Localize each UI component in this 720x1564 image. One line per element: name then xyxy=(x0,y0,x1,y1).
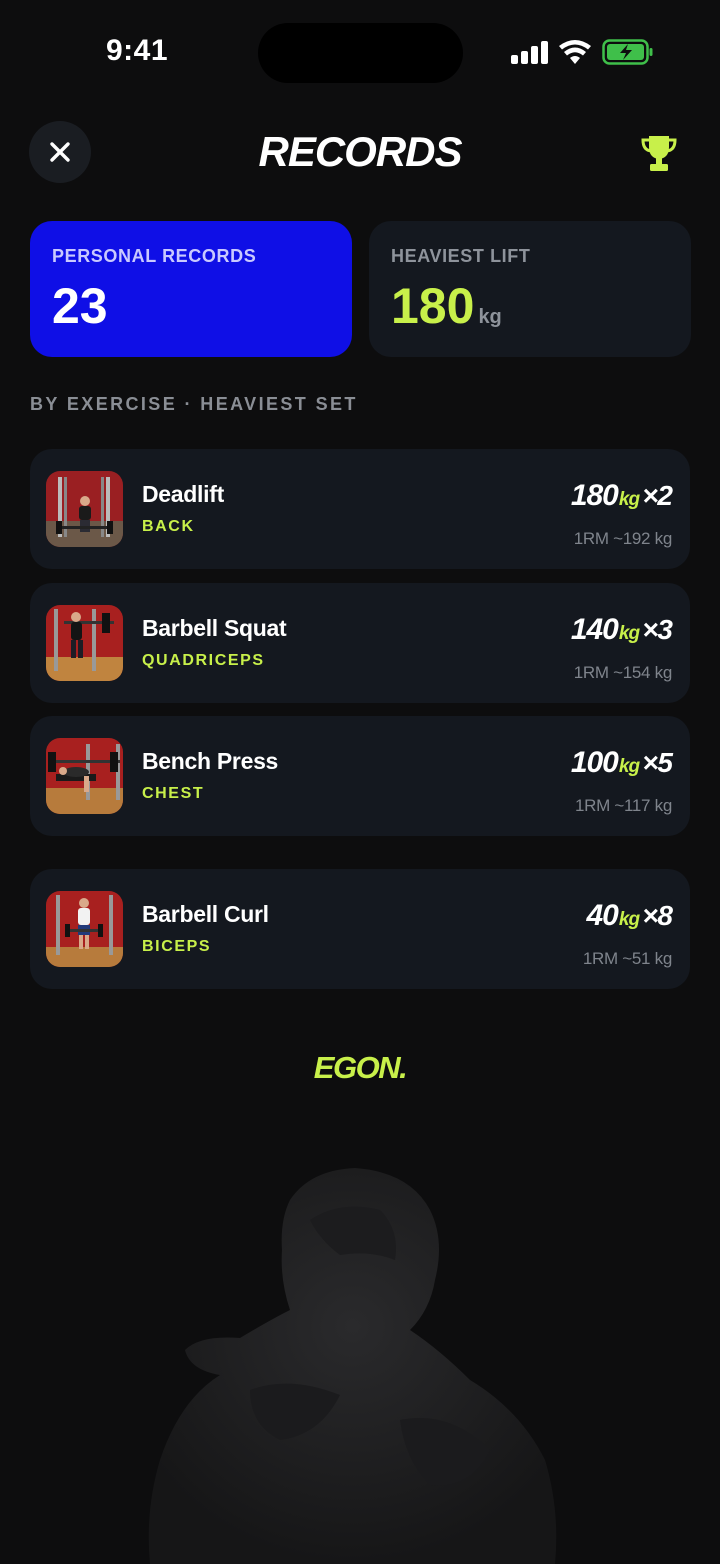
set-weight: 140 xyxy=(570,613,619,646)
exercise-heaviest-set: 180kg ×2 xyxy=(570,479,673,513)
set-unit: kg xyxy=(618,623,640,644)
brand-logo: EGON. xyxy=(313,1050,408,1085)
set-weight: 40 xyxy=(586,899,619,932)
exercise-heaviest-set: 100kg ×5 xyxy=(570,746,673,780)
set-unit: kg xyxy=(618,756,640,777)
set-weight: 180 xyxy=(570,479,619,512)
exercise-one-rm: 1RM ~154 kg xyxy=(573,663,673,682)
exercise-muscle: BACK xyxy=(142,518,195,535)
heaviest-lift-value-wrap: 180 kg xyxy=(391,281,669,342)
exercise-row-deadlift[interactable]: Deadlift BACK 180kg ×2 1RM ~192 kg xyxy=(30,449,690,569)
personal-records-label: PERSONAL RECORDS xyxy=(52,246,257,266)
status-time: 9:41 xyxy=(106,34,169,67)
heaviest-lift-label: HEAVIEST LIFT xyxy=(391,246,531,266)
set-unit: kg xyxy=(618,909,640,930)
exercise-muscle: QUADRICEPS xyxy=(142,652,265,669)
exercise-name: Bench Press xyxy=(142,748,279,774)
set-reps: ×5 xyxy=(642,747,673,778)
set-weight: 100 xyxy=(570,746,619,779)
heaviest-lift-unit: kg xyxy=(478,306,502,328)
barbell-squat-thumbnail xyxy=(46,605,123,681)
statue-background-image xyxy=(148,1168,557,1564)
dynamic-island xyxy=(258,23,463,83)
cellular-signal-icon xyxy=(511,40,549,64)
heaviest-lift-card: HEAVIEST LIFT 180 kg xyxy=(369,221,691,357)
set-reps: ×3 xyxy=(642,614,673,645)
section-label: BY EXERCISE · HEAVIEST SET xyxy=(30,394,358,414)
set-reps: ×2 xyxy=(642,480,673,511)
exercise-name: Barbell Squat xyxy=(142,615,287,641)
exercise-one-rm: 1RM ~51 kg xyxy=(582,949,672,968)
set-unit: kg xyxy=(618,489,640,510)
exercise-row-barbell-curl[interactable]: Barbell Curl BICEPS 40kg ×8 1RM ~51 kg xyxy=(30,869,690,989)
exercise-name: Barbell Curl xyxy=(142,901,269,927)
barbell-curl-thumbnail xyxy=(46,891,123,967)
bench-press-thumbnail xyxy=(46,738,123,814)
page-title: RECORDS xyxy=(258,128,462,175)
trophy-icon[interactable] xyxy=(640,133,678,173)
records-screen: 9:41 RECORDS PERSONAL RECORDS 23 HEAVIES… xyxy=(0,0,720,1564)
deadlift-thumbnail xyxy=(46,471,123,547)
exercise-name: Deadlift xyxy=(142,481,224,507)
personal-records-value: 23 xyxy=(52,278,108,334)
exercise-row-barbell-squat[interactable]: Barbell Squat QUADRICEPS 140kg ×3 1RM ~15… xyxy=(30,583,690,703)
set-reps: ×8 xyxy=(642,900,673,931)
exercise-one-rm: 1RM ~117 kg xyxy=(574,796,672,815)
heaviest-lift-value: 180 xyxy=(391,278,475,334)
personal-records-card: PERSONAL RECORDS 23 xyxy=(30,221,352,357)
exercise-row-bench-press[interactable]: Bench Press CHEST 100kg ×5 1RM ~117 kg xyxy=(30,716,690,836)
exercise-muscle: CHEST xyxy=(142,785,205,802)
battery-charging-icon xyxy=(602,39,653,65)
exercise-heaviest-set: 40kg ×8 xyxy=(587,899,673,933)
wifi-icon xyxy=(559,40,591,64)
exercise-heaviest-set: 140kg ×3 xyxy=(570,613,673,647)
exercise-muscle: BICEPS xyxy=(142,938,212,955)
exercise-one-rm: 1RM ~192 kg xyxy=(573,529,673,548)
